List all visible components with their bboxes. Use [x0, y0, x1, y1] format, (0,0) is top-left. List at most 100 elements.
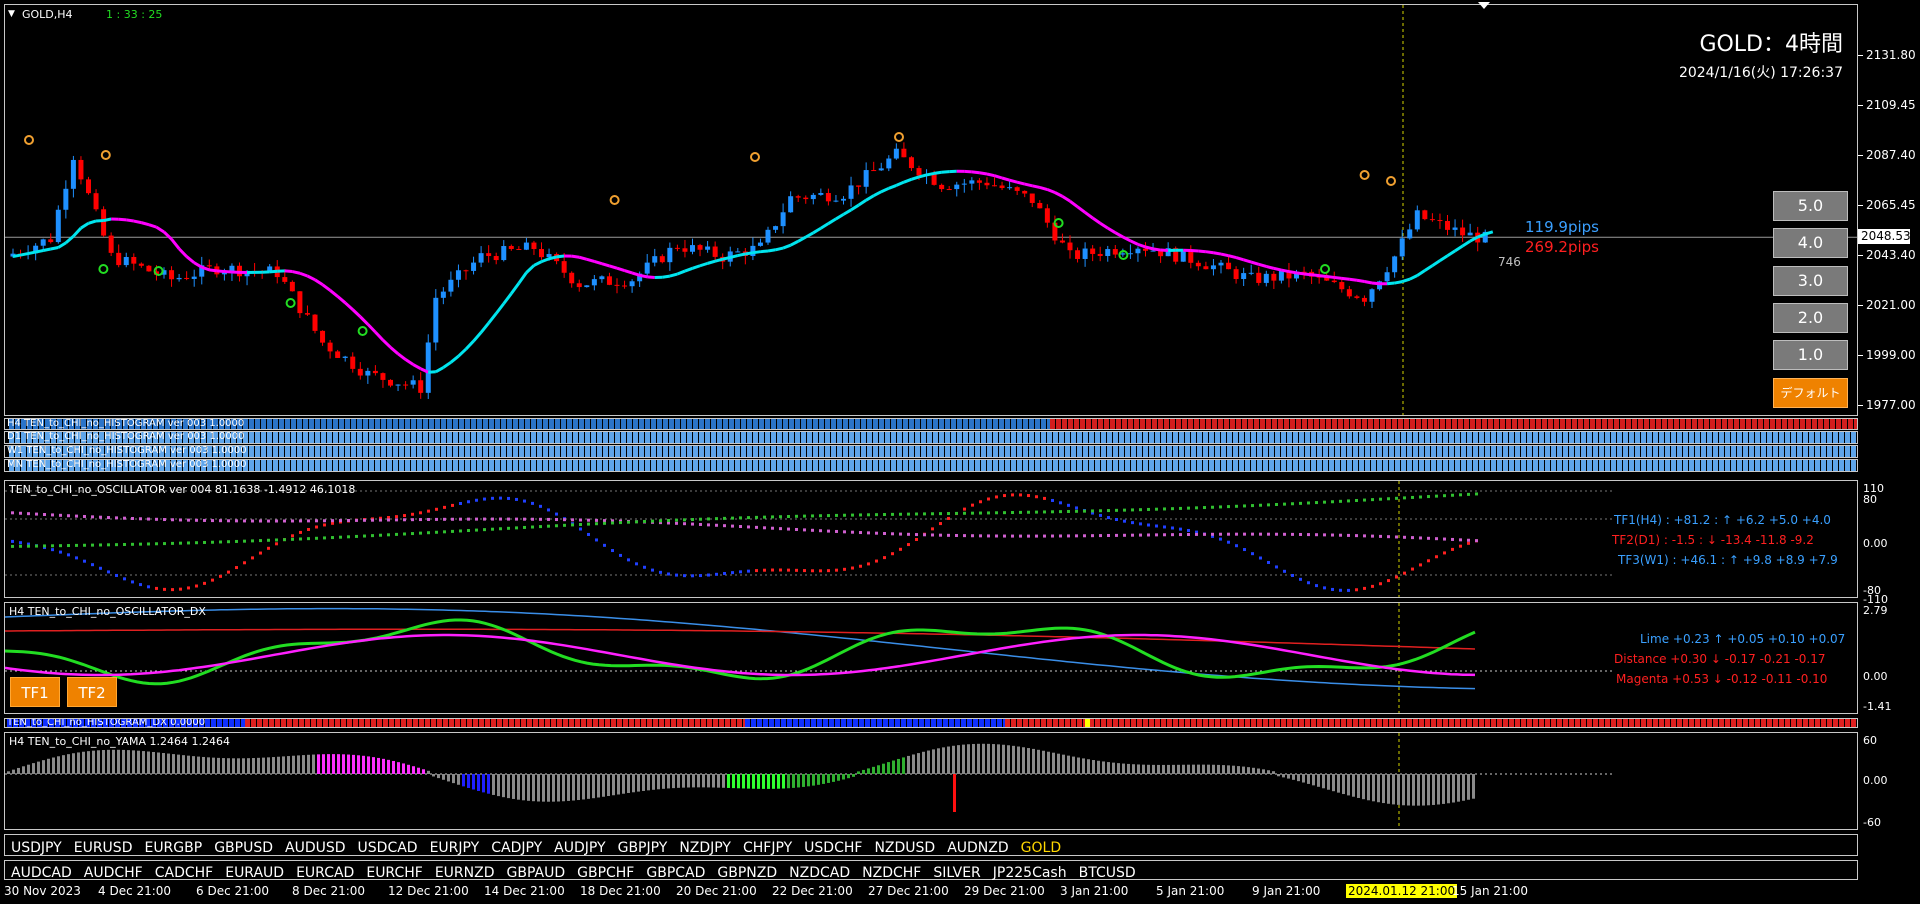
- osc-tf1-dot: [555, 512, 558, 516]
- symbol-link-audjpy[interactable]: AUDJPY: [554, 840, 605, 856]
- symbol-link-usdcad[interactable]: USDCAD: [358, 840, 418, 856]
- symbol-link-gbpusd[interactable]: GBPUSD: [214, 840, 273, 856]
- symbol-link-gbpaud[interactable]: GBPAUD: [507, 865, 566, 881]
- dx-pane[interactable]: H4 TEN_to_CHI_no_OSCILLATOR_DX: [4, 602, 1858, 714]
- osc-tf3-dot: [1155, 507, 1158, 511]
- symbol-link-usdchf[interactable]: USDCHF: [804, 840, 862, 856]
- symbol-link-eurjpy[interactable]: EURJPY: [430, 840, 480, 856]
- tf2-button[interactable]: TF2: [67, 677, 117, 707]
- symbol-link-eurgbp[interactable]: EURGBP: [144, 840, 202, 856]
- moving-average-segment: [1137, 242, 1146, 249]
- main-chart-pane[interactable]: [4, 4, 1858, 416]
- symbol-link-audnzd[interactable]: AUDNZD: [947, 840, 1008, 856]
- yama-bar: [1222, 765, 1225, 774]
- yama-bar: [1272, 771, 1275, 774]
- symbol-link-audcad[interactable]: AUDCAD: [11, 865, 72, 881]
- candle-body: [395, 384, 401, 386]
- symbol-link-btcusd[interactable]: BTCUSD: [1079, 865, 1136, 881]
- candle-body: [101, 209, 107, 236]
- moving-average-segment: [1024, 182, 1033, 188]
- zoom-5-button[interactable]: 5.0: [1773, 191, 1848, 221]
- osc-tf1-dot: [1339, 588, 1342, 592]
- osc-tf1-dot: [619, 553, 622, 557]
- yama-bar: [1432, 774, 1435, 805]
- moving-average-segment: [1220, 252, 1229, 258]
- osc-tf2-dot: [1355, 534, 1358, 538]
- osc-tf2-dot: [11, 511, 14, 515]
- yama-bar: [1427, 774, 1430, 806]
- osc-tf1-dot: [891, 552, 894, 556]
- symbol-link-gbpnzd[interactable]: GBPNZD: [717, 865, 777, 881]
- zoom-3-button[interactable]: 3.0: [1773, 266, 1848, 296]
- symbol-link-usdjpy[interactable]: USDJPY: [11, 840, 62, 856]
- oscillator-pane[interactable]: TEN_to_CHI_no_OSCILLATOR ver 004 81.1638…: [4, 480, 1858, 598]
- moving-average-segment: [479, 322, 490, 334]
- candle-body: [893, 148, 899, 159]
- zoom-4-button[interactable]: 4.0: [1773, 228, 1848, 258]
- symbol-link-euraud[interactable]: EURAUD: [225, 865, 284, 881]
- oscillator-tf3: TF3(W1) : +46.1 : ↑ +9.8 +8.9 +7.9: [1618, 553, 1838, 567]
- default-button[interactable]: デフォルト: [1773, 378, 1848, 408]
- yama-bar: [1382, 774, 1385, 804]
- symbol-link-cadjpy[interactable]: CADJPY: [491, 840, 542, 856]
- osc-tf1-dot: [611, 549, 614, 553]
- yama-bar: [1127, 763, 1130, 774]
- yama-bar: [1447, 774, 1450, 804]
- symbol-link-eurusd[interactable]: EURUSD: [74, 840, 133, 856]
- yama-bar: [52, 757, 55, 774]
- zoom-1-button[interactable]: 1.0: [1773, 340, 1848, 370]
- osc-tf1-dot: [907, 543, 910, 547]
- symbol-link-eurchf[interactable]: EURCHF: [366, 865, 422, 881]
- candle-body: [372, 370, 378, 374]
- tf1-button[interactable]: TF1: [10, 677, 60, 707]
- zoom-2-button[interactable]: 2.0: [1773, 303, 1848, 333]
- yama-bar: [297, 755, 300, 774]
- candle-body: [508, 246, 514, 249]
- osc-tf2-dot: [1363, 534, 1366, 538]
- symbol-link-nzdcad[interactable]: NZDCAD: [789, 865, 850, 881]
- yama-bar: [857, 771, 860, 774]
- symbol-link-gold[interactable]: GOLD: [1021, 840, 1061, 856]
- symbol-link-gbpcad[interactable]: GBPCAD: [646, 865, 705, 881]
- symbol-link-jp225cash[interactable]: JP225Cash: [993, 865, 1067, 881]
- symbol-link-audusd[interactable]: AUDUSD: [285, 840, 346, 856]
- symbol-link-chfjpy[interactable]: CHFJPY: [743, 840, 792, 856]
- time-label: 2024.01.12 21:00: [1346, 884, 1458, 898]
- signal-marker-icon: [609, 195, 620, 205]
- symbol-link-nzdchf[interactable]: NZDCHF: [862, 865, 921, 881]
- yama-bar: [1037, 749, 1040, 774]
- symbol-link-gbpjpy[interactable]: GBPJPY: [618, 840, 668, 856]
- chart-menu-arrow[interactable]: ▼: [8, 9, 15, 19]
- symbol-link-audchf[interactable]: AUDCHF: [84, 865, 143, 881]
- osc-tf1-dot: [107, 570, 110, 574]
- symbol-link-nzdusd[interactable]: NZDUSD: [874, 840, 935, 856]
- osc-tf2-dot: [99, 515, 102, 519]
- symbol-link-cadchf[interactable]: CADCHF: [155, 865, 214, 881]
- osc-tf2-dot: [163, 518, 166, 522]
- symbol-link-silver[interactable]: SILVER: [933, 865, 980, 881]
- osc-tf1-dot: [1163, 525, 1166, 529]
- yama-bar: [302, 755, 305, 774]
- osc-tf2-dot: [675, 521, 678, 525]
- symbol-link-eurnzd[interactable]: EURNZD: [435, 865, 495, 881]
- symbol-link-nzdjpy[interactable]: NZDJPY: [679, 840, 731, 856]
- moving-average-segment: [767, 248, 776, 253]
- osc-tf3-dot: [699, 517, 702, 521]
- moving-average-segment: [737, 252, 746, 258]
- yama-bar: [342, 754, 345, 774]
- symbol-link-gbpchf[interactable]: GBPCHF: [577, 865, 634, 881]
- yama-bar: [467, 774, 470, 788]
- scroll-marker-icon[interactable]: [1478, 2, 1490, 9]
- candle-body: [622, 285, 628, 287]
- osc-tf3-dot: [267, 538, 270, 542]
- osc-tf3-dot: [507, 526, 510, 530]
- osc-tf3-dot: [763, 515, 766, 519]
- histogram-dx-yellow: [1085, 719, 1090, 727]
- moving-average-segment: [578, 255, 588, 261]
- osc-tf1-dot: [259, 551, 262, 555]
- signal-marker-icon: [1320, 264, 1330, 274]
- yama-pane[interactable]: H4 TEN_to_CHI_no_YAMA 1.2464 1.2464: [4, 732, 1858, 830]
- symbol-link-eurcad[interactable]: EURCAD: [296, 865, 354, 881]
- moving-average-segment: [162, 230, 173, 241]
- moving-average-segment: [1334, 275, 1342, 280]
